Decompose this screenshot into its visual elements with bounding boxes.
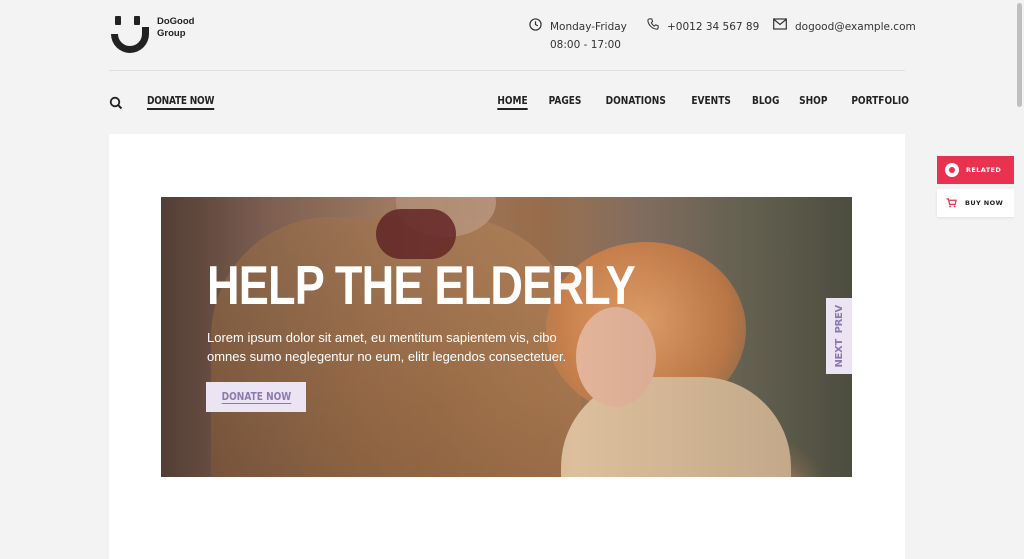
hero-donate-label: DONATE NOW <box>221 390 291 404</box>
slider-controls: PREV NEXT <box>826 298 852 374</box>
slider-next-button[interactable]: NEXT <box>834 339 845 368</box>
hero-slider: HELP THE ELDERLY Lorem ipsum dolor sit a… <box>161 197 852 477</box>
nav-menu: HOME PAGES DONATIONS EVENTS BLOG SHOP PO… <box>494 94 909 110</box>
hero-donate-button[interactable]: DONATE NOW <box>206 382 306 412</box>
scrollbar-thumb[interactable] <box>1017 3 1022 107</box>
brand-line-2: Group <box>157 28 186 39</box>
related-button[interactable]: RELATED <box>937 156 1014 184</box>
phone-number: +0012 34 567 89 <box>667 21 760 33</box>
smile-logo-icon <box>111 16 149 53</box>
page-scrollbar[interactable] <box>1014 0 1024 559</box>
nav-item-events[interactable]: EVENTS <box>691 94 731 110</box>
related-label: RELATED <box>966 166 1002 174</box>
hours-days: Monday-Friday <box>550 21 627 33</box>
hero-title: HELP THE ELDERLY <box>207 254 636 316</box>
clock-icon <box>529 18 542 31</box>
donate-now-link[interactable]: DONATE NOW <box>147 94 214 110</box>
cart-icon <box>946 198 957 208</box>
search-icon[interactable] <box>109 96 123 110</box>
email-contact[interactable]: dogood@example.com <box>773 18 916 36</box>
main-navigation: DONATE NOW HOME PAGES DONATIONS EVENTS B… <box>109 90 909 116</box>
phone-contact[interactable]: +0012 34 567 89 <box>647 18 759 36</box>
buy-now-button[interactable]: BUY NOW <box>937 189 1014 217</box>
nav-item-donations[interactable]: DONATIONS <box>606 94 666 110</box>
mail-icon <box>773 18 787 30</box>
header-divider <box>109 70 905 71</box>
nav-item-pages[interactable]: PAGES <box>549 94 582 110</box>
header-topbar: DoGood Group Monday-Friday 08:00 - 17:00… <box>109 12 916 70</box>
brand-logo[interactable]: DoGood Group <box>109 14 194 56</box>
buy-now-label: BUY NOW <box>965 199 1004 207</box>
nav-item-shop[interactable]: SHOP <box>799 94 827 110</box>
phone-icon <box>647 18 659 30</box>
email-address: dogood@example.com <box>795 21 916 33</box>
brand-name: DoGood Group <box>157 16 194 40</box>
related-icon <box>945 163 959 177</box>
slider-prev-button[interactable]: PREV <box>834 305 845 333</box>
brand-line-1: DoGood <box>157 16 195 27</box>
nav-item-home[interactable]: HOME <box>497 94 528 110</box>
nav-item-blog[interactable]: BLOG <box>752 94 779 110</box>
hero-description: Lorem ipsum dolor sit amet, eu mentitum … <box>207 330 567 364</box>
opening-hours: Monday-Friday 08:00 - 17:00 <box>529 18 627 54</box>
hours-time: 08:00 - 17:00 <box>550 39 621 51</box>
nav-item-portfolio[interactable]: PORTFOLIO <box>851 94 909 110</box>
